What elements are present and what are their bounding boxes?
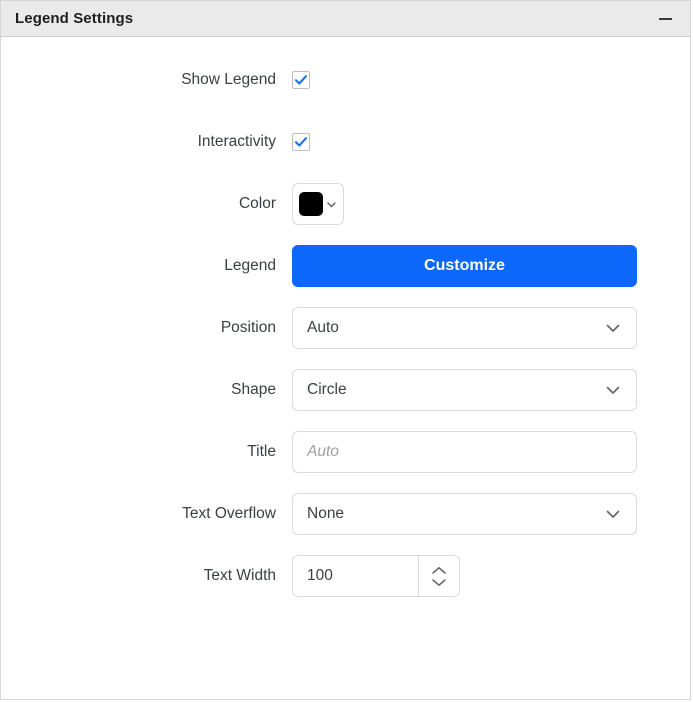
legend-field: Customize (292, 245, 690, 287)
page-title: Legend Settings (15, 10, 134, 27)
panel-body: Show Legend Interactivity Color Legend C… (1, 37, 690, 607)
title-input[interactable] (292, 431, 637, 473)
legend-label: Legend (224, 257, 276, 274)
title-field (292, 431, 690, 473)
row-title: Title (1, 421, 690, 483)
show-legend-label: Show Legend (181, 71, 276, 88)
position-label: Position (220, 319, 276, 336)
row-shape: Shape Circle (1, 359, 690, 421)
text-width-stepper (292, 555, 460, 597)
chevron-down-icon (606, 386, 620, 394)
minus-icon-dash (658, 17, 672, 20)
show-legend-field (292, 71, 690, 89)
color-label: Color (238, 195, 276, 212)
row-legend: Legend Customize (1, 235, 690, 297)
chevron-down-icon (606, 510, 620, 518)
interactivity-checkbox[interactable] (292, 133, 310, 151)
color-swatch (298, 192, 323, 216)
text-width-label: Text Width (203, 567, 276, 584)
text-overflow-label: Text Overflow (182, 505, 276, 522)
checkmark-icon (294, 75, 308, 85)
row-show-legend: Show Legend (1, 49, 690, 111)
show-legend-checkbox[interactable] (292, 71, 310, 89)
customize-button[interactable]: Customize (292, 245, 637, 287)
panel-header: Legend Settings (1, 1, 690, 37)
text-overflow-value: None (307, 505, 345, 522)
position-field: Auto (292, 307, 690, 349)
chevron-down-icon (326, 201, 336, 207)
interactivity-label: Interactivity (197, 133, 276, 150)
row-position: Position Auto (1, 297, 690, 359)
shape-label: Shape (231, 381, 276, 398)
position-select[interactable]: Auto (292, 307, 637, 349)
minus-icon[interactable] (654, 8, 676, 30)
text-width-stepper-arrows[interactable] (418, 556, 459, 596)
row-color: Color (1, 173, 690, 235)
legend-settings-panel: Legend Settings Show Legend Interactivit… (0, 0, 691, 700)
row-text-width: Text Width (1, 545, 690, 607)
color-picker[interactable] (292, 183, 344, 225)
chevron-down-icon (606, 324, 620, 332)
shape-select[interactable]: Circle (292, 369, 637, 411)
color-field (292, 183, 690, 225)
interactivity-field (292, 133, 690, 151)
title-label: Title (247, 443, 276, 460)
row-text-overflow: Text Overflow None (1, 483, 690, 545)
shape-value: Circle (307, 381, 347, 398)
chevron-down-icon[interactable] (431, 578, 447, 587)
text-overflow-field: None (292, 493, 690, 535)
checkmark-icon (294, 137, 308, 147)
shape-field: Circle (292, 369, 690, 411)
text-width-field (292, 555, 690, 597)
row-interactivity: Interactivity (1, 111, 690, 173)
position-value: Auto (307, 319, 339, 336)
text-width-input[interactable] (293, 556, 418, 596)
chevron-up-icon[interactable] (431, 566, 447, 575)
text-overflow-select[interactable]: None (292, 493, 637, 535)
